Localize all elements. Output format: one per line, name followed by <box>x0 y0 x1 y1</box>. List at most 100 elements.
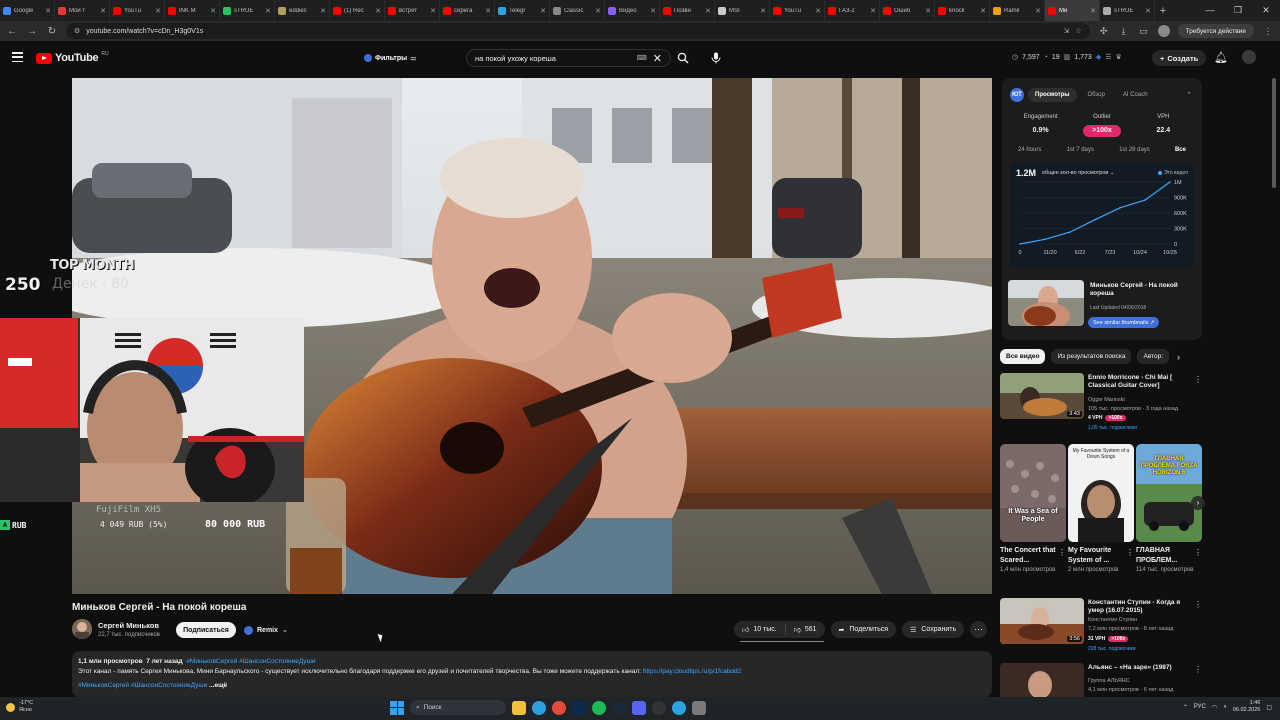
split-view-icon[interactable]: ▭ <box>1138 26 1150 37</box>
extension-icon[interactable]: ◆ <box>1096 53 1101 61</box>
spotify-icon[interactable] <box>592 700 606 715</box>
browser-tab[interactable]: YouTu ✕ <box>770 0 825 21</box>
related-channel[interactable]: Группа АЛЬЯНС <box>1088 678 1130 684</box>
related-thumb[interactable]: 3:43 <box>1000 373 1084 419</box>
browser-tab[interactable]: встрет ✕ <box>385 0 440 21</box>
channel-name[interactable]: Сергей Миньков <box>98 621 159 630</box>
show-more-link[interactable]: ...ещё <box>209 682 227 689</box>
short-item[interactable]: It Was a Sea of People The Concert that … <box>1000 444 1066 575</box>
weather-widget[interactable]: -17°C Ясно <box>6 700 33 714</box>
related-channel[interactable]: Константин Ступин <box>1088 617 1137 623</box>
chevron-right-icon[interactable]: › <box>1177 352 1180 362</box>
tab-close-icon[interactable]: ✕ <box>320 7 326 15</box>
short-thumb[interactable]: It Was a Sea of People <box>1000 444 1066 542</box>
browser-tab[interactable]: sTRUE ✕ <box>1100 0 1155 21</box>
chip-from-search[interactable]: Из результатов поиска <box>1051 349 1132 364</box>
tab-close-icon[interactable]: ✕ <box>375 7 381 15</box>
url-field[interactable]: ⚙ youtube.com/watch?v=cDn_H3g0V1s ⇲ ☆ <box>66 23 1090 39</box>
back-icon[interactable]: ← <box>6 26 18 37</box>
tab-overview[interactable]: Обзор <box>1081 88 1112 102</box>
tab-close-icon[interactable]: ✕ <box>760 7 766 15</box>
browser-tab[interactable]: Classic ✕ <box>550 0 605 21</box>
related-title[interactable]: Константин Ступин - Когда я умер (16.07.… <box>1088 599 1186 615</box>
obs-icon[interactable] <box>652 700 666 715</box>
more-options-icon[interactable]: ⋮ <box>1194 548 1202 557</box>
tab-close-icon[interactable]: ✕ <box>45 7 51 15</box>
tab-close-icon[interactable]: ✕ <box>485 7 491 15</box>
tab-close-icon[interactable]: ✕ <box>705 7 711 15</box>
browser-tab[interactable]: Видео ✕ <box>605 0 660 21</box>
tab-close-icon[interactable]: ✕ <box>155 7 161 15</box>
tab-close-icon[interactable]: ✕ <box>980 7 986 15</box>
clear-search-icon[interactable]: ✕ <box>653 52 662 65</box>
notifications-bell-icon[interactable]: 🔔︎ <box>1214 51 1228 64</box>
browser-tab[interactable]: Google ✕ <box>0 0 55 21</box>
more-options-icon[interactable]: ⋮ <box>1194 665 1200 674</box>
tab-close-icon[interactable]: ✕ <box>265 7 271 15</box>
description-box[interactable]: 1,1 млн просмотров 7 лет назад #МиньковС… <box>72 651 992 697</box>
browser-tab[interactable]: Ми ✕ <box>1045 0 1100 21</box>
more-options-icon[interactable]: ⋮ <box>1194 600 1202 609</box>
subscribe-button[interactable]: Подписаться <box>176 622 236 638</box>
tab-close-icon[interactable]: ✕ <box>870 7 876 15</box>
discord-icon[interactable] <box>632 700 646 715</box>
browser-tab[interactable]: knock ✕ <box>935 0 990 21</box>
browser-tab[interactable]: INK M ✕ <box>165 0 220 21</box>
related-video[interactable]: 3:43 Ennio Morricone - Chi Mai [ Classic… <box>1000 373 1202 433</box>
similar-thumbnails-button[interactable]: See similar thumbnails ↗ <box>1088 317 1160 328</box>
like-button[interactable]: 👍︎ 10 тыс. <box>734 621 785 638</box>
share-button[interactable]: ➦ Поделиться <box>830 621 897 638</box>
channel-avatar[interactable] <box>72 619 92 639</box>
dislike-button[interactable]: 👎︎ 561 <box>786 621 825 638</box>
remix-button[interactable]: Remix ⌄ <box>244 622 288 638</box>
browser-menu-icon[interactable]: ⋮ <box>1262 26 1274 37</box>
tab-close-icon[interactable]: ✕ <box>1035 7 1041 15</box>
steam-icon[interactable] <box>612 700 626 715</box>
tab-close-icon[interactable]: ✕ <box>540 7 546 15</box>
browser-tab[interactable]: sTRUE ✕ <box>220 0 275 21</box>
language-indicator[interactable]: РУС <box>1194 704 1206 710</box>
browser-tab[interactable]: Позвн ✕ <box>660 0 715 21</box>
browser-tab[interactable]: Telegr ✕ <box>495 0 550 21</box>
search-button[interactable] <box>671 49 695 67</box>
site-info-icon[interactable]: ⚙ <box>74 27 80 35</box>
taskbar-search[interactable]: ⌕ Поиск <box>410 700 506 715</box>
chrome-icon[interactable] <box>552 700 566 715</box>
period-24h[interactable]: 24 hours <box>1018 147 1041 153</box>
create-button[interactable]: + Создать <box>1152 50 1207 66</box>
account-avatar[interactable] <box>1242 50 1256 64</box>
related-title[interactable]: Ennio Morricone - Chi Mai [ Classical Gu… <box>1088 374 1186 390</box>
page-scrollbar[interactable] <box>1272 78 1276 678</box>
more-options-icon[interactable]: ⋮ <box>1194 375 1202 384</box>
forward-icon[interactable]: → <box>26 26 38 37</box>
related-channel[interactable]: Oggie Marinski <box>1088 397 1125 403</box>
period-all[interactable]: Все <box>1175 147 1186 153</box>
browser-tab[interactable]: ГАЗ-2 ✕ <box>825 0 880 21</box>
trophy-icon[interactable]: ♛ <box>1116 53 1122 61</box>
related-thumb[interactable]: 3:56 <box>1000 598 1084 644</box>
donation-link[interactable]: https://pay.cloudtips.ru/p/1fcabdd2 <box>643 668 742 675</box>
close-icon[interactable]: ✕ <box>1252 0 1280 21</box>
reload-icon[interactable]: ↻ <box>46 26 58 37</box>
tab-close-icon[interactable]: ✕ <box>925 7 931 15</box>
tab-close-icon[interactable]: ✕ <box>1090 7 1096 15</box>
tab-close-icon[interactable]: ✕ <box>815 7 821 15</box>
browser-tab[interactable]: MSI ✕ <box>715 0 770 21</box>
menu-icon[interactable] <box>12 52 23 62</box>
download-icon[interactable]: ⤓ <box>1118 26 1130 37</box>
related-title[interactable]: Альянс – «На заре» (1987) <box>1088 664 1186 672</box>
bookmark-star-icon[interactable]: ☆ <box>1075 27 1081 35</box>
short-item[interactable]: My Favourite System of a Down Songs My F… <box>1068 444 1134 575</box>
minimize-icon[interactable]: — <box>1196 0 1224 21</box>
edge-icon[interactable] <box>532 700 546 715</box>
windows-start-icon[interactable] <box>390 700 404 715</box>
description-hashtags-2[interactable]: #МиньковСергей #ШансонСостояниеДуши <box>78 682 207 689</box>
browser-tab[interactable]: Мои т ✕ <box>55 0 110 21</box>
more-actions-icon[interactable]: ⋯ <box>970 621 988 638</box>
tab-close-icon[interactable]: ✕ <box>210 7 216 15</box>
tab-close-icon[interactable]: ✕ <box>595 7 601 15</box>
install-icon[interactable]: ⇲ <box>1063 27 1069 35</box>
search-input[interactable]: на покой ухожу кореша ⌨ ✕ <box>466 49 671 67</box>
extensions-icon[interactable]: ✣ <box>1098 26 1110 37</box>
tab-close-icon[interactable]: ✕ <box>1145 7 1151 15</box>
